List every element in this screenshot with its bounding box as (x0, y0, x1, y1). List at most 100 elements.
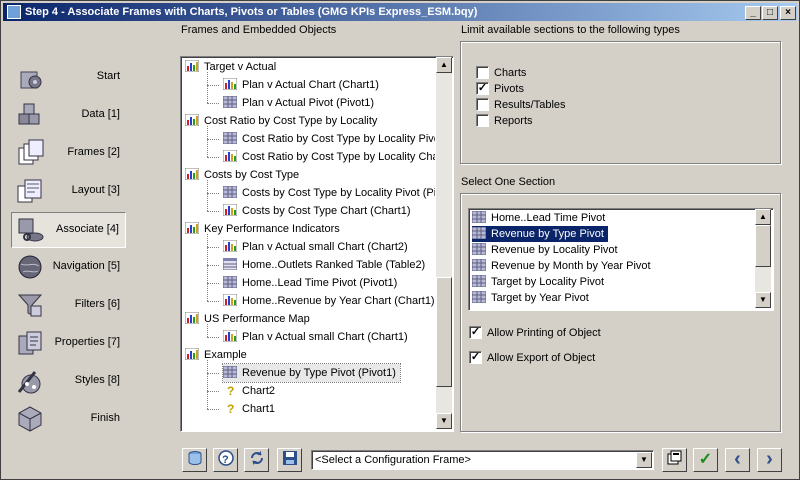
chevron-down-icon[interactable]: ▼ (636, 452, 652, 468)
nav-item-associate-4[interactable]: Associate [4] (11, 212, 126, 248)
section-icon (185, 114, 204, 127)
apply-button[interactable]: ✓ (693, 448, 718, 472)
nav-item-label: Layout [3] (71, 184, 120, 196)
tree-connector (207, 157, 219, 158)
tree-connector (207, 301, 219, 302)
window-title: Step 4 - Associate Frames with Charts, P… (25, 6, 478, 18)
frames-list-button[interactable] (662, 448, 687, 472)
save-button[interactable] (277, 448, 302, 472)
pivot-icon (472, 243, 491, 256)
tree-object-node[interactable]: ? Chart1 (223, 400, 275, 418)
tree-node-label: US Performance Map (204, 313, 310, 325)
allow-printing-checkbox[interactable]: ✓ (469, 326, 482, 339)
refresh-button[interactable] (244, 448, 269, 472)
section-scroll-up-icon[interactable]: ▲ (755, 209, 771, 225)
tree-object-node[interactable]: Revenue by Type Pivot (Pivot1) (222, 363, 401, 383)
nav-item-data-1[interactable]: Data [1] (11, 98, 126, 134)
nav-item-label: Data [1] (81, 108, 120, 120)
tree-scroll-down-icon[interactable]: ▼ (436, 413, 452, 429)
close-button[interactable]: × (780, 6, 796, 20)
nav-item-label: Properties [7] (54, 336, 120, 348)
section-list-item[interactable]: Revenue by Type Pivot (471, 225, 609, 243)
tree-object-node[interactable]: Home..Outlets Ranked Table (Table2) (223, 256, 425, 274)
tree-scrollbar[interactable]: ▲ ▼ (436, 57, 452, 429)
tree-node-label: Cost Ratio by Cost Type by Locality (204, 115, 378, 127)
allow-export-checkbox[interactable]: ✓ (469, 351, 482, 364)
tree-connector (207, 409, 219, 410)
section-group: Home..Lead Time Pivot Revenue by Type Piv… (460, 193, 781, 432)
tree-object-node[interactable]: ? Chart2 (223, 382, 275, 400)
tree-scroll-up-icon[interactable]: ▲ (436, 57, 452, 73)
tree-object-node[interactable]: Plan v Actual Pivot (Pivot1) (223, 94, 374, 112)
frames-tree[interactable]: Target v Actual Plan v Actual Chart (Char… (180, 56, 454, 432)
config-frame-value: <Select a Configuration Frame> (315, 454, 471, 466)
tree-object-node[interactable]: Plan v Actual small Chart (Chart2) (223, 238, 408, 256)
tree-object-node[interactable]: Costs by Cost Type Chart (Chart1) (223, 202, 411, 220)
tree-section-node[interactable]: Target v Actual (185, 58, 276, 76)
pivot-icon (472, 291, 491, 304)
tree-connector (207, 247, 219, 248)
tree-object-node[interactable]: Cost Ratio by Cost Type by Locality Char (223, 148, 435, 166)
tree-scroll-thumb[interactable] (436, 277, 452, 387)
nav-item-finish[interactable]: Finish (11, 402, 126, 438)
nav-item-styles-8[interactable]: Styles [8] (11, 364, 126, 400)
section-item-label: Revenue by Month by Year Pivot (491, 260, 651, 272)
tree-section-node[interactable]: Key Performance Indicators (185, 220, 340, 238)
section-list-item[interactable]: Revenue by Locality Pivot (472, 242, 622, 258)
arrow-left-icon: ‹ (734, 448, 741, 470)
help-button[interactable]: ? (213, 448, 238, 472)
tree-connector (207, 265, 219, 266)
section-scrollbar[interactable]: ▲ ▼ (755, 209, 771, 308)
tree-node-label: Chart2 (242, 385, 276, 397)
nav-item-start[interactable]: Start (11, 60, 126, 96)
section-list[interactable]: Home..Lead Time Pivot Revenue by Type Piv… (468, 208, 774, 311)
tree-object-node[interactable]: Home..Revenue by Year Chart (Chart1) (223, 292, 435, 310)
svg-text:?: ? (227, 384, 234, 396)
limit-results-tables-checkbox[interactable] (476, 98, 489, 111)
nav-item-filters-6[interactable]: Filters [6] (11, 288, 126, 324)
tree-object-node[interactable]: Plan v Actual Chart (Chart1) (223, 76, 379, 94)
limit-types-group: Charts ✓ Pivots Results/Tables Reports (460, 41, 781, 164)
section-list-item[interactable]: Target by Year Pivot (472, 290, 593, 306)
section-icon (185, 312, 204, 325)
tree-object-node[interactable]: Cost Ratio by Cost Type by Locality Pivo… (223, 130, 435, 148)
tree-node-label: Target v Actual (204, 61, 277, 73)
tree-object-node[interactable]: Costs by Cost Type by Locality Pivot (Pi… (223, 184, 435, 202)
tree-node-label: Cost Ratio by Cost Type by Locality Char (242, 151, 435, 163)
save-icon (282, 451, 297, 465)
section-list-item[interactable]: Revenue by Month by Year Pivot (472, 258, 655, 274)
tree-section-node[interactable]: Costs by Cost Type (185, 166, 299, 184)
tree-section-node[interactable]: US Performance Map (185, 310, 310, 328)
start-icon (15, 62, 45, 92)
tree-object-node[interactable]: Plan v Actual small Chart (Chart1) (223, 328, 408, 346)
nav-item-layout-3[interactable]: Layout [3] (11, 174, 126, 210)
section-list-item[interactable]: Home..Lead Time Pivot (472, 210, 609, 226)
config-frame-select[interactable]: <Select a Configuration Frame> ▼ (311, 450, 654, 470)
tree-node-label: Home..Lead Time Pivot (Pivot1) (242, 277, 398, 289)
nav-item-properties-7[interactable]: Properties [7] (11, 326, 126, 362)
section-list-item[interactable]: Target by Locality Pivot (472, 274, 608, 290)
section-scroll-thumb[interactable] (755, 225, 771, 267)
minimize-button[interactable]: _ (745, 6, 761, 20)
help-glyph: ? (222, 454, 229, 466)
nav-item-navigation-5[interactable]: Navigation [5] (11, 250, 126, 286)
tree-connector (207, 211, 219, 212)
limit-reports-checkbox[interactable] (476, 114, 489, 127)
database-button[interactable] (182, 448, 207, 472)
tree-section-node[interactable]: Example (185, 346, 247, 364)
limit-panel-label: Limit available sections to the followin… (461, 24, 680, 36)
maximize-button[interactable]: □ (762, 6, 778, 20)
nav-item-frames-2[interactable]: Frames [2] (11, 136, 126, 172)
tree-section-node[interactable]: Cost Ratio by Cost Type by Locality (185, 112, 377, 130)
section-scroll-down-icon[interactable]: ▼ (755, 292, 771, 308)
allow-printing-label: Allow Printing of Object (487, 327, 601, 339)
tree-object-node[interactable]: Home..Lead Time Pivot (Pivot1) (223, 274, 397, 292)
limit-charts-checkbox[interactable] (476, 66, 489, 79)
back-button[interactable]: ‹ (725, 448, 750, 472)
section-icon (185, 60, 204, 73)
nav-item-label: Filters [6] (74, 298, 120, 310)
chart-icon (223, 294, 242, 307)
limit-pivots-checkbox[interactable]: ✓ (476, 82, 489, 95)
tree-connector (207, 85, 219, 86)
next-button[interactable]: › (757, 448, 782, 472)
